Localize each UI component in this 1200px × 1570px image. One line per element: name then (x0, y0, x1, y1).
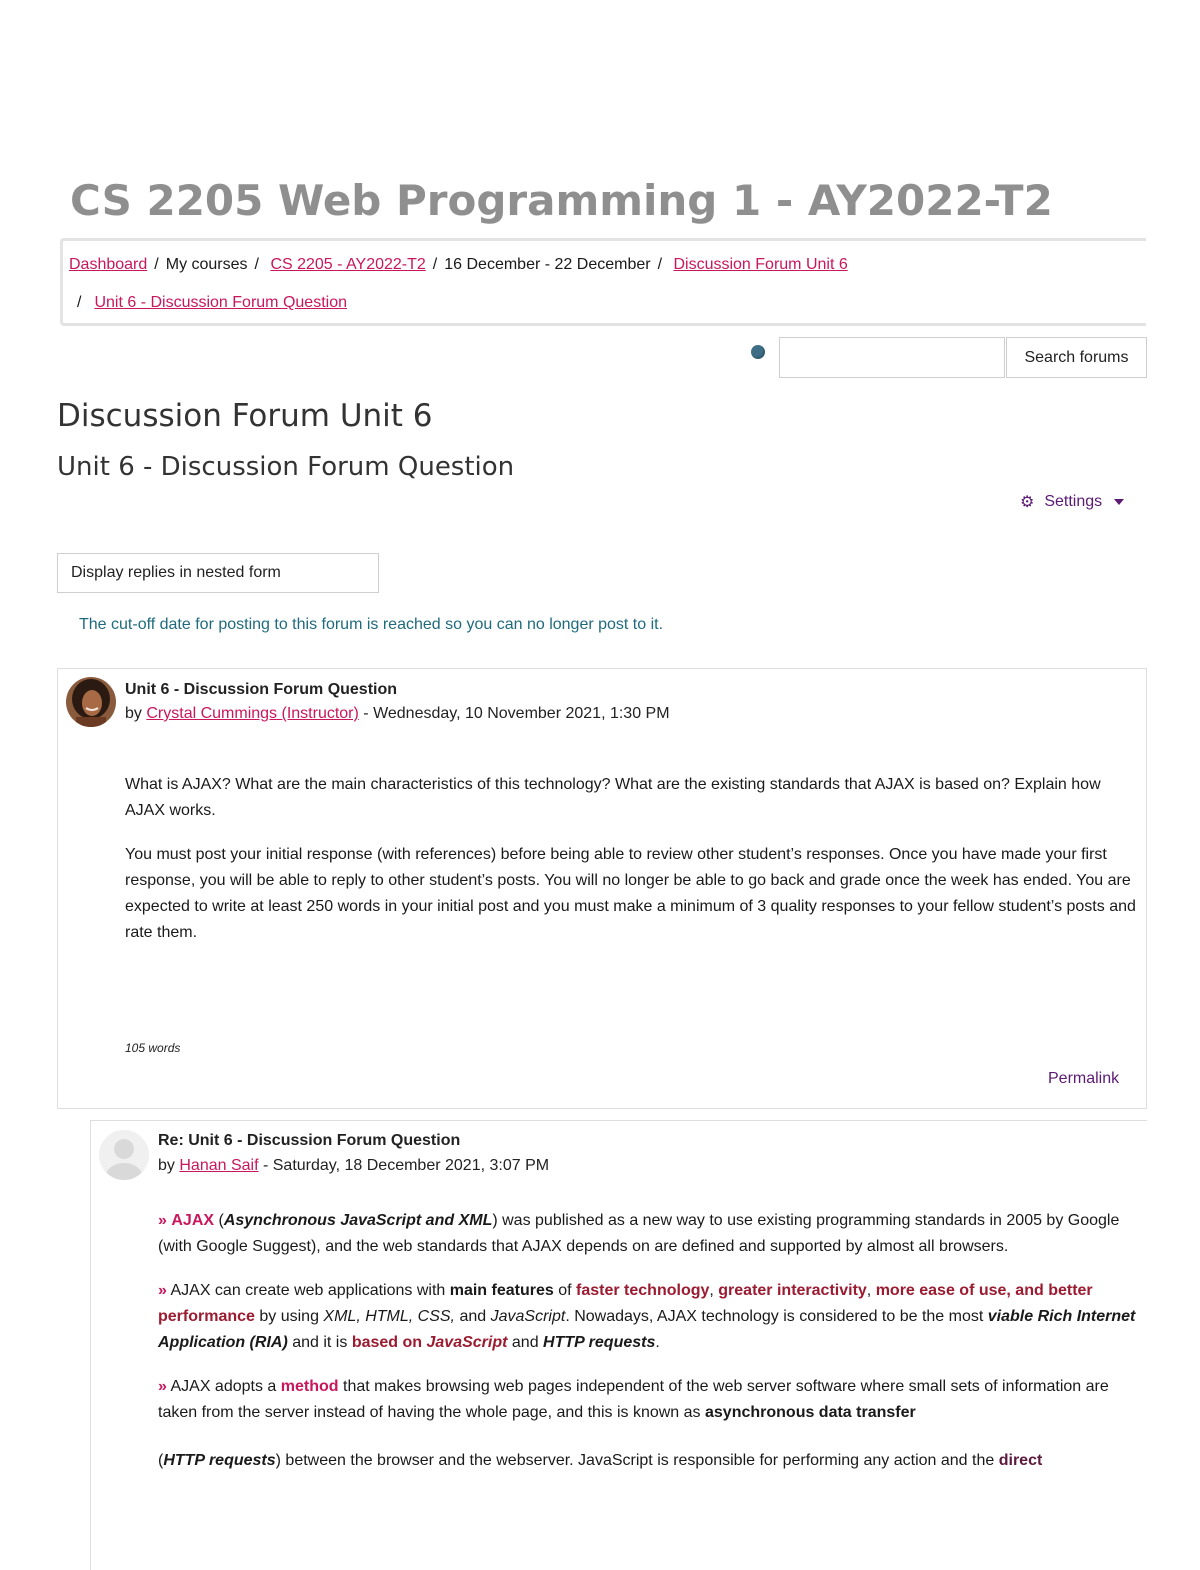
bold-text: main features (449, 1282, 554, 1299)
post-date: - Wednesday, 10 November 2021, 1:30 PM (363, 705, 670, 722)
paragraph-text: of (558, 1282, 572, 1299)
breadcrumb-separator: / (657, 256, 663, 273)
author-avatar[interactable] (66, 677, 116, 727)
post-body: » AJAX (Asynchronous JavaScript and XML)… (158, 1208, 1143, 1492)
word-count: 105 words (125, 1041, 181, 1055)
highlight-text: based on (351, 1334, 423, 1351)
post-subject: Re: Unit 6 - Discussion Forum Question (158, 1132, 461, 1149)
breadcrumb-separator: / (432, 256, 438, 273)
highlight-text: faster technology (576, 1282, 710, 1299)
highlight-text: JavaScript (426, 1334, 508, 1351)
settings-label: Settings (1044, 493, 1103, 510)
breadcrumb-separator: / (254, 256, 259, 273)
post-byline: by Hanan Saif - Saturday, 18 December 20… (158, 1157, 549, 1175)
post-paragraph: » AJAX adopts a method that makes browsi… (158, 1374, 1143, 1426)
default-user-icon (99, 1130, 149, 1180)
permalink-link[interactable]: Permalink (1048, 1070, 1119, 1088)
highlight-text: more ease of use, and (875, 1282, 1044, 1299)
gear-icon: ⚙ (1020, 494, 1035, 511)
post-paragraph: What is AJAX? What are the main characte… (125, 776, 1101, 819)
breadcrumb-forum-link[interactable]: Discussion Forum Unit 6 (673, 256, 847, 273)
bullet-arrow: » (158, 1212, 167, 1229)
author-avatar[interactable] (99, 1130, 149, 1180)
paragraph-text: . Nowadays, AJAX technology is considere… (565, 1308, 984, 1325)
breadcrumb-separator: / (77, 294, 82, 311)
breadcrumb-week: 16 December - 22 December (444, 256, 651, 273)
discussion-title: Unit 6 - Discussion Forum Question (57, 452, 515, 482)
paragraph-text: and it is (292, 1334, 348, 1351)
forum-post: Unit 6 - Discussion Forum Question by Cr… (57, 668, 1147, 1109)
post-paragraph: You must post your initial response (wit… (125, 846, 1136, 941)
breadcrumb: Dashboard / My courses / CS 2205 - AY2022-T… (60, 238, 1146, 326)
paragraph-text: by using (259, 1308, 319, 1325)
bullet-arrow: » (158, 1282, 167, 1299)
by-label: by (125, 705, 142, 722)
course-title: CS 2205 Web Programming 1 - AY2022-T2 (70, 176, 1053, 225)
help-icon[interactable] (751, 345, 765, 359)
breadcrumb-row: Dashboard / My courses / CS 2205 - AY2022-T… (69, 256, 848, 274)
bullet-arrow: » (158, 1378, 167, 1395)
caret-down-icon (1114, 499, 1125, 505)
paragraph-text: and (459, 1308, 487, 1325)
italic-text: XML, HTML, CSS, (323, 1308, 455, 1325)
forum-title: Discussion Forum Unit 6 (57, 398, 433, 434)
post-body: What is AJAX? What are the main characte… (125, 772, 1140, 964)
post-subject: Unit 6 - Discussion Forum Question (125, 681, 398, 698)
author-link[interactable]: Hanan Saif (179, 1157, 258, 1174)
display-mode-select[interactable]: Display replies in nested form (57, 553, 379, 593)
paragraph-text: and (511, 1334, 539, 1351)
bold-italic-text: HTTP requests (543, 1334, 656, 1351)
highlight-text: method (280, 1378, 339, 1395)
post-paragraph: (HTTP requests) between the browser and … (158, 1448, 1143, 1474)
breadcrumb-discussion-link[interactable]: Unit 6 - Discussion Forum Question (94, 294, 347, 311)
search-input[interactable] (779, 337, 1005, 378)
italic-text: JavaScript (490, 1308, 566, 1325)
settings-menu[interactable]: ⚙ Settings (1020, 492, 1125, 512)
paragraph-text: AJAX adopts a (170, 1378, 277, 1395)
avatar-photo-icon (66, 677, 116, 727)
search-forums-button[interactable]: Search forums (1006, 337, 1147, 378)
term-ajax: AJAX (171, 1212, 215, 1229)
paragraph-text: ) between the browser and the webserver.… (275, 1452, 995, 1469)
paragraph-text: . (655, 1334, 660, 1351)
author-link[interactable]: Crystal Cummings (Instructor) (146, 705, 358, 722)
bold-text: asynchronous data transfer (705, 1404, 916, 1421)
post-date: - Saturday, 18 December 2021, 3:07 PM (262, 1157, 550, 1174)
breadcrumb-separator: / (154, 256, 159, 273)
bold-text: direct (998, 1452, 1043, 1469)
term-expansion: Asynchronous JavaScript and XML (223, 1212, 493, 1229)
bold-italic-text: HTTP requests (163, 1452, 276, 1469)
post-paragraph: » AJAX can create web applications with … (158, 1282, 1136, 1351)
breadcrumb-row: / Unit 6 - Discussion Forum Question (77, 294, 347, 312)
cutoff-notice: The cut-off date for posting to this for… (79, 616, 664, 633)
post-paragraph: » AJAX (Asynchronous JavaScript and XML)… (158, 1212, 1120, 1255)
breadcrumb-my-courses: My courses (165, 256, 248, 273)
post-byline: by Crystal Cummings (Instructor) - Wedne… (125, 705, 670, 723)
highlight-text: greater interactivity (718, 1282, 867, 1299)
reply-post: Re: Unit 6 - Discussion Forum Question b… (90, 1120, 1147, 1570)
breadcrumb-course-link[interactable]: CS 2205 - AY2022-T2 (270, 256, 425, 273)
by-label: by (158, 1157, 175, 1174)
paragraph-text: AJAX can create web applications with (170, 1282, 446, 1299)
breadcrumb-dashboard-link[interactable]: Dashboard (69, 256, 147, 273)
